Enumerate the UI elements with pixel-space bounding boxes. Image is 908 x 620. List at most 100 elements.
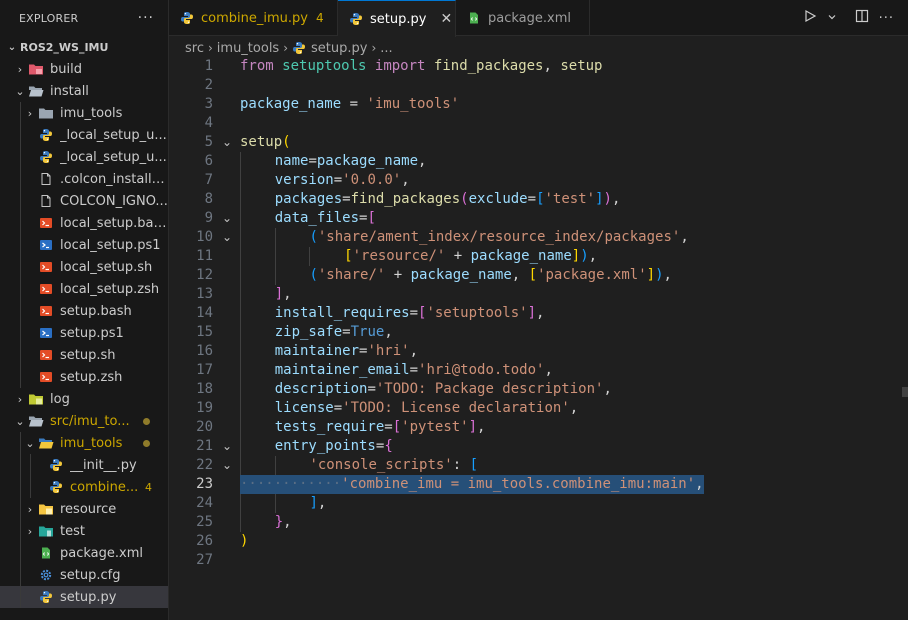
tree-item[interactable]: local_setup.sh (0, 256, 168, 278)
tree-item[interactable]: setup.sh (0, 344, 168, 366)
tree-item[interactable]: ⌄ imu_tools (0, 432, 168, 454)
code-line[interactable]: 3 package_name = 'imu_tools' (169, 95, 908, 114)
code-editor[interactable]: 1 from setuptools import find_packages, s… (169, 57, 908, 620)
play-icon[interactable] (803, 9, 817, 27)
code-line[interactable]: 14 install_requires=['setuptools'], (169, 304, 908, 323)
code-line[interactable]: 19 license='TODO: License declaration', (169, 399, 908, 418)
code-line[interactable]: 2 (169, 76, 908, 95)
tree-item[interactable]: › imu_tools (0, 102, 168, 124)
line-number: 2 (204, 77, 213, 93)
code-token: , (317, 495, 327, 511)
code-line[interactable]: 12 ('share/' + package_name, ['package.x… (169, 266, 908, 285)
tree-item[interactable]: ⌄ src/imu_to... (0, 410, 168, 432)
tree-item[interactable]: › build (0, 58, 168, 80)
code-line[interactable]: 4 (169, 114, 908, 133)
chevron-down-icon: ⌄ (15, 84, 25, 98)
tree-item[interactable]: setup.cfg (0, 564, 168, 586)
close-icon[interactable]: ✕ (440, 11, 452, 27)
tab-package-xml[interactable]: package.xml (456, 0, 590, 36)
indent-guide (20, 168, 21, 190)
code-token: 'resource/' (352, 248, 446, 264)
tab-setup-py[interactable]: setup.py ✕ (338, 0, 456, 37)
tree-item[interactable]: ⌄ install (0, 80, 168, 102)
code-line[interactable]: 1 from setuptools import find_packages, s… (169, 57, 908, 76)
code-line[interactable]: 15 zip_safe=True, (169, 323, 908, 342)
tree-item[interactable]: package.xml (0, 542, 168, 564)
code-line[interactable]: 9 ⌄ data_files=[ (169, 209, 908, 228)
python-icon (38, 149, 54, 165)
code-line[interactable]: 6 name=package_name, (169, 152, 908, 171)
tree-item[interactable]: combine... 4 (0, 476, 168, 498)
folder-open-icon (28, 413, 44, 429)
shell-icon (38, 303, 54, 319)
tree-item[interactable]: _local_setup_u... (0, 146, 168, 168)
tree-item[interactable]: local_setup.bash (0, 212, 168, 234)
tree-item[interactable]: › log (0, 388, 168, 410)
code-line[interactable]: 11 ['resource/' + package_name]), (169, 247, 908, 266)
tree-item[interactable]: .colcon_install_... (0, 168, 168, 190)
code-token: zip_safe (274, 324, 343, 340)
code-line[interactable]: 25 }, (169, 513, 908, 532)
tree-item[interactable]: COLCON_IGNO... (0, 190, 168, 212)
fold-chevron-icon[interactable]: ⌄ (221, 228, 233, 247)
code-token: 'share/' (317, 267, 386, 283)
breadcrumb-src[interactable]: src (185, 41, 204, 56)
code-line[interactable]: 26) (169, 532, 908, 551)
code-line[interactable]: 20 tests_require=['pytest'], (169, 418, 908, 437)
code-token: , (401, 172, 410, 188)
gear-icon (38, 567, 54, 583)
breadcrumb-symbols[interactable]: ... (380, 41, 392, 56)
code-line[interactable]: 18 description='TODO: Package descriptio… (169, 380, 908, 399)
code-token: [ (536, 191, 545, 207)
code-line[interactable]: 7 version='0.0.0', (169, 171, 908, 190)
code-text: }, (240, 513, 292, 532)
more-actions-icon[interactable]: ··· (879, 11, 894, 26)
code-line[interactable]: 10 ⌄ ('share/ament_index/resource_index/p… (169, 228, 908, 247)
code-line[interactable]: 27 (169, 551, 908, 570)
tree-item[interactable]: _local_setup_u... (0, 124, 168, 146)
fold-chevron-icon[interactable]: ⌄ (221, 209, 233, 228)
fold-chevron-icon[interactable]: ⌄ (221, 133, 233, 152)
code-line[interactable]: 24 ], (169, 494, 908, 513)
code-line[interactable]: 21 ⌄ entry_points={ (169, 437, 908, 456)
tab-combine-imu[interactable]: combine_imu.py 4 (169, 0, 338, 36)
chevron-down-icon: ⌄ (25, 436, 35, 450)
code-token: = (342, 191, 351, 207)
tree-item[interactable]: setup.ps1 (0, 322, 168, 344)
code-line[interactable]: 22 ⌄ 'console_scripts': [ (169, 456, 908, 475)
editor-actions: ··· (803, 0, 894, 36)
code-token: , (477, 419, 486, 435)
tree-item[interactable]: local_setup.zsh (0, 278, 168, 300)
indent-guide (20, 234, 21, 256)
code-line[interactable]: 17 maintainer_email='hri@todo.todo', (169, 361, 908, 380)
code-line[interactable]: 5 ⌄ setup( (169, 133, 908, 152)
code-token: , (603, 381, 612, 397)
tree-item-label: package.xml (60, 545, 143, 561)
chevron-down-icon[interactable] (827, 11, 837, 26)
tree-item[interactable]: setup.zsh (0, 366, 168, 388)
code-token: ] (309, 495, 318, 511)
tree-item[interactable]: › resource (0, 498, 168, 520)
code-line[interactable]: 23 ············'combine_imu = imu_tools.c… (169, 475, 908, 494)
more-actions-icon[interactable]: ··· (138, 10, 154, 26)
code-token: 'package.xml' (537, 267, 647, 283)
fold-chevron-icon[interactable]: ⌄ (221, 456, 233, 475)
tree-item[interactable]: › test (0, 520, 168, 542)
breadcrumb-imu-tools[interactable]: imu_tools (217, 41, 279, 56)
code-line[interactable]: 8 packages=find_packages(exclude=['test'… (169, 190, 908, 209)
split-editor-icon[interactable] (855, 9, 869, 27)
code-token: [ (469, 457, 479, 473)
code-line[interactable]: 13 ], (169, 285, 908, 304)
code-line[interactable]: 16 maintainer='hri', (169, 342, 908, 361)
fold-chevron-icon[interactable]: ⌄ (221, 437, 233, 456)
tree-item[interactable]: setup.bash (0, 300, 168, 322)
breadcrumb-setup-py[interactable]: setup.py (311, 41, 367, 56)
tree-item[interactable]: local_setup.ps1 (0, 234, 168, 256)
code-token: ] (274, 286, 284, 302)
tree-item[interactable]: __init__.py (0, 454, 168, 476)
code-token: 'test' (544, 191, 596, 207)
workspace-root[interactable]: ⌄ ROS2_WS_IMU (0, 36, 168, 58)
tree-item[interactable]: setup.py (0, 586, 168, 608)
